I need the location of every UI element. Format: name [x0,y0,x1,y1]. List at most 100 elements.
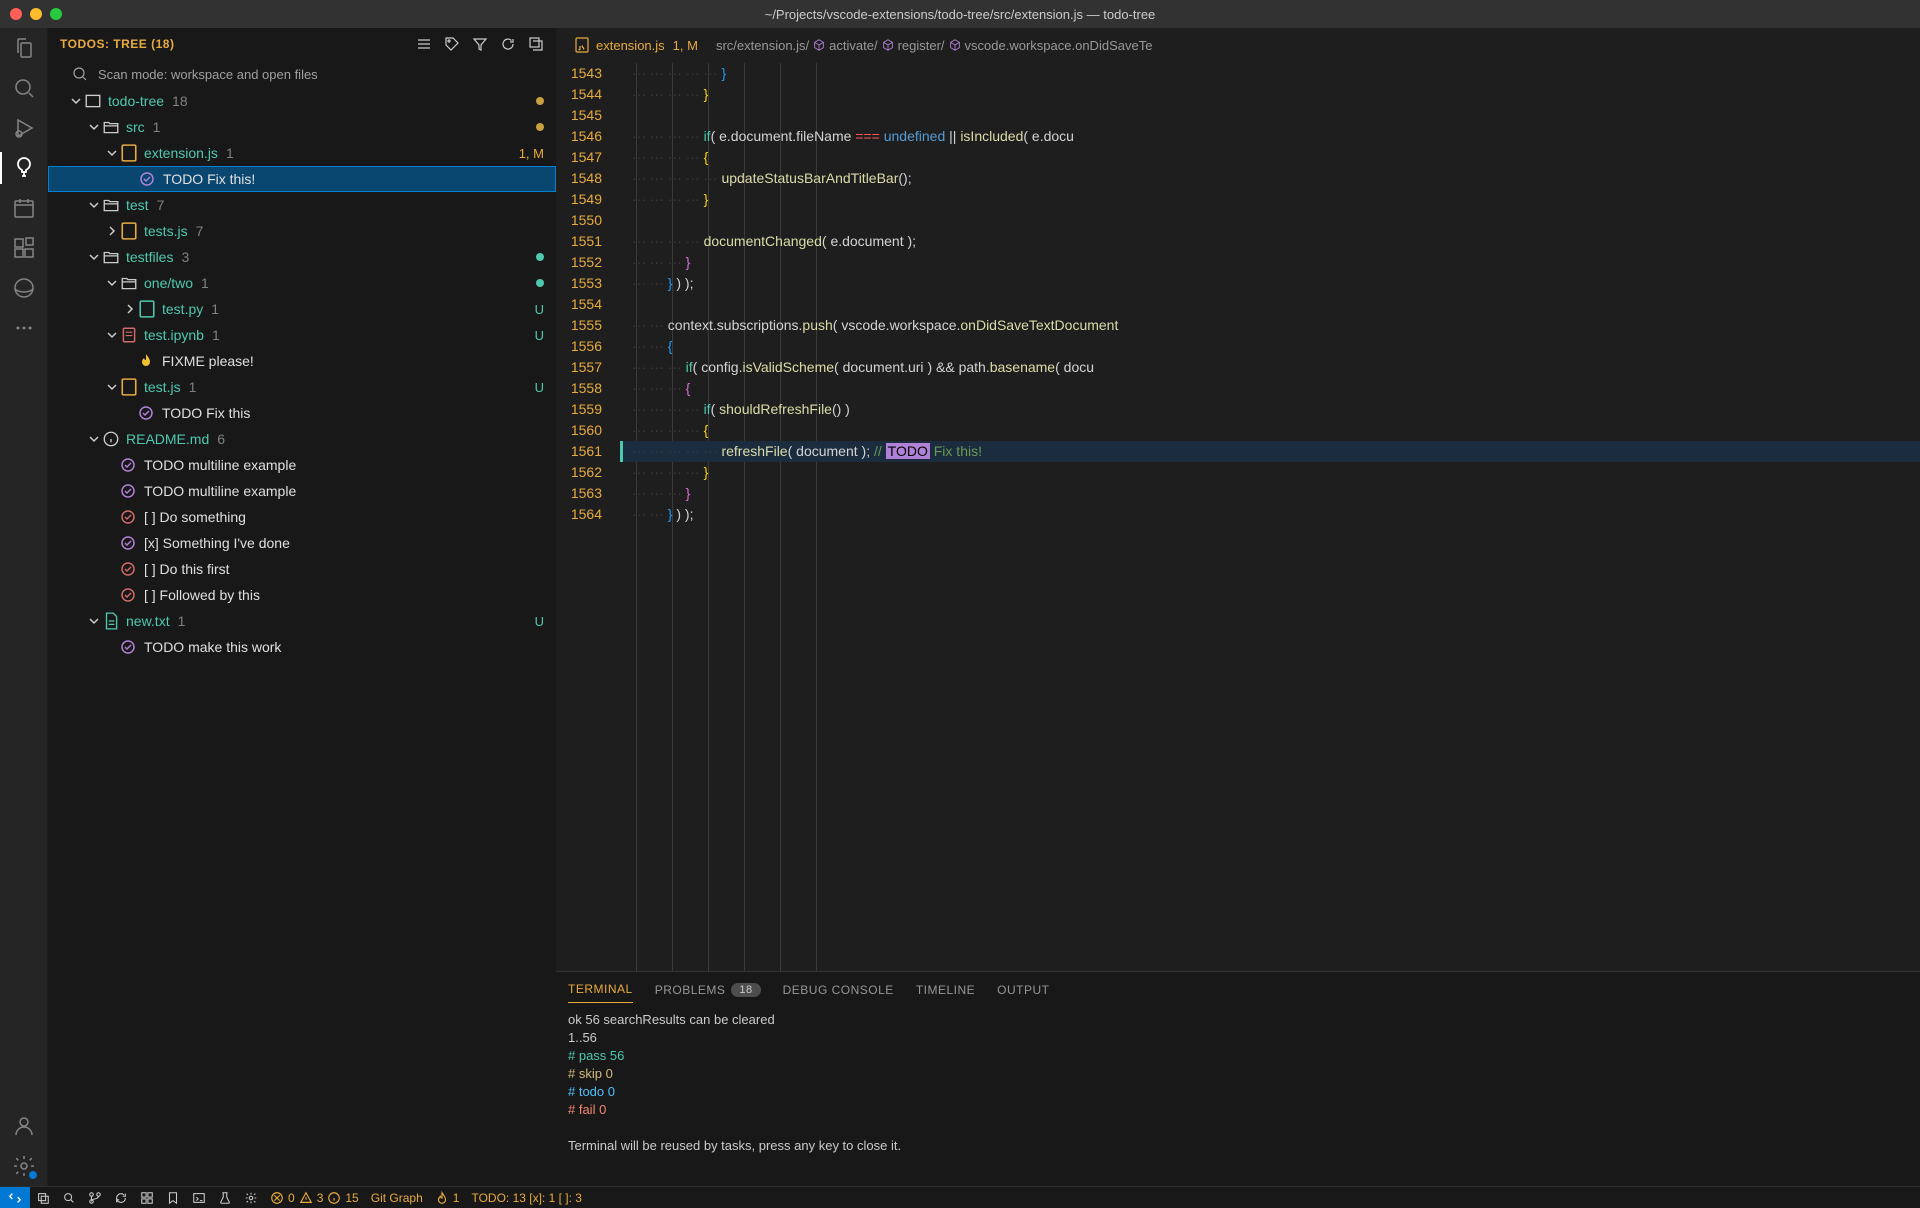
tree-row[interactable]: one/two1 [48,270,556,296]
chevron-down-icon[interactable] [86,119,102,135]
chevron-down-icon[interactable] [104,379,120,395]
scan-mode-row[interactable]: Scan mode: workspace and open files [48,60,556,88]
tree-row[interactable]: TODO make this work [48,634,556,660]
code-editor[interactable]: 1543154415451546154715481549155015511552… [556,63,1920,971]
todo-label: [ ] Do this first [144,561,230,577]
folder-open-icon [102,196,120,214]
status-bookmark-icon[interactable] [160,1187,186,1208]
tree-row[interactable]: todo-tree18 [48,88,556,114]
debug-icon[interactable] [12,116,36,140]
more-icon[interactable] [12,316,36,340]
status-grid-icon[interactable] [134,1187,160,1208]
statusbar: 0 3 15 Git Graph 1 TODO: 13 [x]: 1 [ ]: … [0,1186,1920,1208]
scan-mode-label: Scan mode: workspace and open files [98,67,318,82]
tree-row[interactable]: TODO multiline example [48,452,556,478]
minimize-window-icon[interactable] [30,8,42,20]
breadcrumb-item[interactable]: activate/ [829,38,877,53]
tree-row[interactable]: README.md6 [48,426,556,452]
account-icon[interactable] [12,1114,36,1138]
tree-count: 3 [181,249,189,265]
chevron-down-icon[interactable] [68,93,84,109]
terminal-line: 1..56 [568,1029,1908,1047]
refresh-icon[interactable] [500,36,516,52]
tree-row[interactable]: test7 [48,192,556,218]
chevron-down-icon[interactable] [86,431,102,447]
status-settings-icon[interactable] [238,1187,264,1208]
check-circle-icon [120,483,136,499]
close-window-icon[interactable] [10,8,22,20]
explorer-icon[interactable] [12,36,36,60]
status-search-icon[interactable] [56,1187,82,1208]
code-area[interactable]: ··· ··· ··· ··· ··· }··· ··· ··· ··· }··… [620,63,1920,971]
status-flame[interactable]: 1 [429,1187,466,1208]
list-view-icon[interactable] [416,36,432,52]
tree-count: 18 [172,93,188,109]
status-copy-icon[interactable] [30,1187,56,1208]
settings-icon[interactable] [12,1154,36,1178]
tag-icon[interactable] [444,36,460,52]
tree-row[interactable]: [ ] Do this first [48,556,556,582]
tree-row[interactable]: test.js1U [48,374,556,400]
remote-button[interactable] [0,1187,30,1208]
tree-row[interactable]: extension.js11, M [48,140,556,166]
tree-row[interactable]: [ ] Do something [48,504,556,530]
tree-row[interactable]: test.py1U [48,296,556,322]
chevron-right-icon[interactable] [104,223,120,239]
chevron-down-icon[interactable] [86,249,102,265]
chevron-down-icon[interactable] [104,275,120,291]
status-todos[interactable]: TODO: 13 [x]: 1 [ ]: 3 [465,1187,587,1208]
breadcrumb-item[interactable]: vscode.workspace.onDidSaveTe [965,38,1153,53]
panel-tab-problems[interactable]: PROBLEMS18 [655,977,761,1003]
breadcrumb[interactable]: src/extension.js/ activate/ register/ vs… [716,38,1152,53]
tree-row[interactable]: TODO multiline example [48,478,556,504]
traffic-lights[interactable] [10,8,62,20]
untracked-dot-icon [536,279,544,287]
status-sync-icon[interactable] [108,1187,134,1208]
chevron-down-icon[interactable] [86,197,102,213]
chevron-down-icon[interactable] [104,327,120,343]
panel-tab-output[interactable]: OUTPUT [997,977,1049,1003]
calendar-icon[interactable] [12,196,36,220]
collapse-icon[interactable] [528,36,544,52]
tree-row[interactable]: new.txt1U [48,608,556,634]
tree-row[interactable]: TODO Fix this! [48,166,556,192]
chevron-right-icon[interactable] [122,301,138,317]
maximize-window-icon[interactable] [50,8,62,20]
panel-tab-terminal[interactable]: TERMINAL [568,976,633,1003]
chevron-down-icon[interactable] [86,613,102,629]
filter-icon[interactable] [472,36,488,52]
todo-tree-view[interactable]: todo-tree18src1extension.js11, MTODO Fix… [48,88,556,1186]
tree-row[interactable]: TODO Fix this [48,400,556,426]
todo-label: [x] Something I've done [144,535,290,551]
window-titlebar: ~/Projects/vscode-extensions/todo-tree/s… [0,0,1920,28]
panel-tab-timeline[interactable]: TIMELINE [916,977,975,1003]
status-beaker-icon[interactable] [212,1187,238,1208]
cube-icon [812,38,826,52]
breadcrumb-item[interactable]: register/ [898,38,945,53]
terminal-line: # skip 0 [568,1065,1908,1083]
tree-row[interactable]: FIXME please! [48,348,556,374]
status-branch-icon[interactable] [82,1187,108,1208]
breadcrumb-item[interactable]: src/extension.js/ [716,38,809,53]
search-icon[interactable] [12,76,36,100]
editor-tab[interactable]: extension.js 1, M [564,28,708,62]
tree-row[interactable]: [x] Something I've done [48,530,556,556]
window-title: ~/Projects/vscode-extensions/todo-tree/s… [765,7,1156,22]
tree-label: testfiles [126,249,173,265]
sphere-icon[interactable] [12,276,36,300]
tree-row[interactable]: test.ipynb1U [48,322,556,348]
panel-tab-debug-console[interactable]: DEBUG CONSOLE [783,977,894,1003]
tree-row[interactable]: src1 [48,114,556,140]
editor-area: extension.js 1, M src/extension.js/ acti… [556,28,1920,1186]
terminal-content[interactable]: ok 56 searchResults can be cleared1..56#… [556,1007,1920,1186]
todo-tree-icon[interactable] [12,156,36,180]
extensions-icon[interactable] [12,236,36,260]
tree-row[interactable]: testfiles 3 [48,244,556,270]
tree-row[interactable]: tests.js7 [48,218,556,244]
status-terminal-icon[interactable] [186,1187,212,1208]
status-problems[interactable]: 0 3 15 [264,1187,365,1208]
chevron-down-icon[interactable] [104,145,120,161]
status-gitgraph[interactable]: Git Graph [365,1187,429,1208]
panel-tabs: TERMINAL PROBLEMS18 DEBUG CONSOLE TIMELINE O… [556,972,1920,1007]
tree-row[interactable]: [ ] Followed by this [48,582,556,608]
